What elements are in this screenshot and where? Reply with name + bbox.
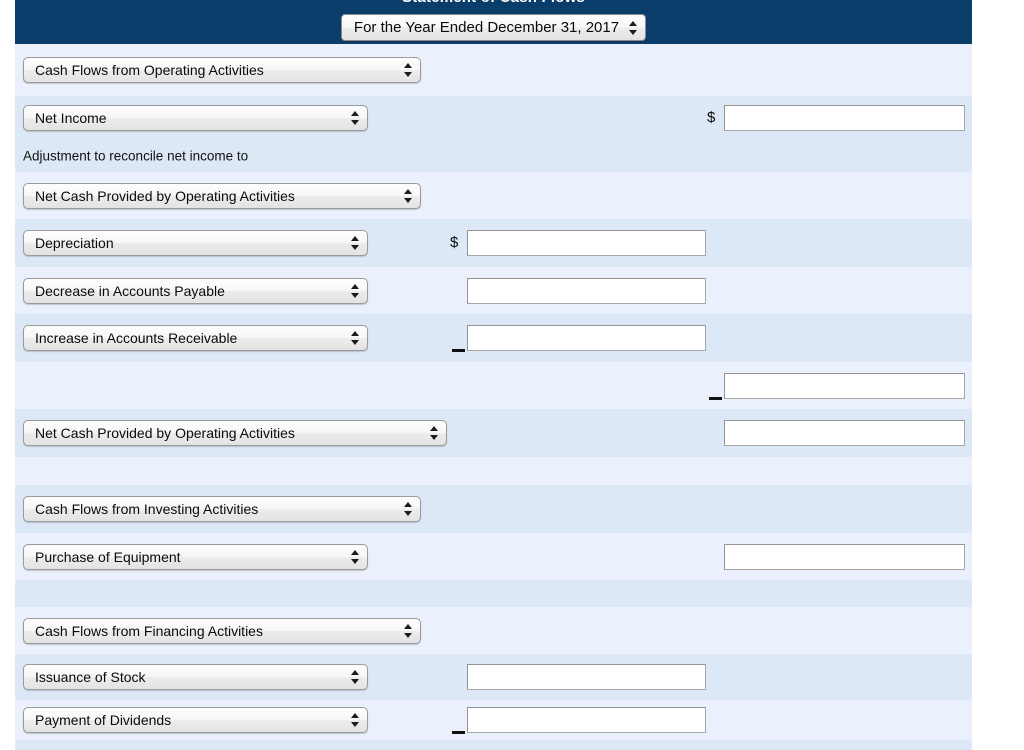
statement-row-increase-accounts-receivable: Increase in Accounts Receivable: [15, 314, 972, 362]
stepper-arrows-icon: [351, 669, 360, 685]
stepper-arrows-icon: [351, 330, 360, 346]
line-item-select-increase-accounts-receivable[interactable]: Increase in Accounts Receivable: [23, 325, 368, 351]
subtotal-rule-icon: [452, 349, 465, 352]
period-select-label: For the Year Ended December 31, 2017: [354, 19, 619, 36]
amount-input-payment-of-dividends[interactable]: [467, 707, 706, 733]
stepper-arrows-icon: [351, 549, 360, 565]
amount-input-depreciation[interactable]: [467, 230, 706, 256]
page-title: Statement of Cash Flows: [15, 0, 972, 6]
stepper-arrows-icon: [404, 62, 413, 78]
stepper-arrows-icon: [430, 425, 439, 441]
line-item-select-label: Increase in Accounts Receivable: [35, 330, 345, 346]
line-item-select-operating-section-header[interactable]: Cash Flows from Operating Activities: [23, 57, 421, 83]
statement-row-investing-section-header: Cash Flows from Investing Activities: [15, 485, 972, 533]
line-item-select-net-cash-operating-total[interactable]: Net Cash Provided by Operating Activitie…: [23, 420, 447, 446]
stepper-arrows-icon: [629, 20, 638, 36]
stepper-arrows-icon: [351, 283, 360, 299]
line-item-select-label: Net Cash Provided by Operating Activitie…: [35, 188, 398, 204]
page-root: Statement of Cash Flows For the Year End…: [0, 0, 1024, 750]
currency-symbol: $: [450, 234, 458, 251]
line-item-select-purchase-of-equipment[interactable]: Purchase of Equipment: [23, 544, 368, 570]
statement-row-financing-section-header: Cash Flows from Financing Activities: [15, 607, 972, 654]
line-item-select-label: Cash Flows from Operating Activities: [35, 62, 398, 78]
statement-row-depreciation: Depreciation $: [15, 219, 972, 267]
line-item-select-label: Purchase of Equipment: [35, 549, 345, 565]
statement-row-net-cash-operating-total: Net Cash Provided by Operating Activitie…: [15, 409, 972, 457]
period-select[interactable]: For the Year Ended December 31, 2017: [341, 14, 646, 41]
amount-input-issuance-of-stock[interactable]: [467, 664, 706, 690]
statement-of-cash-flows-form: Statement of Cash Flows For the Year End…: [15, 0, 972, 750]
statement-row-issuance-of-stock: Issuance of Stock: [15, 654, 972, 700]
static-note-adjustment-note: Adjustment to reconcile net income to: [23, 148, 248, 163]
line-item-select-issuance-of-stock[interactable]: Issuance of Stock: [23, 664, 368, 690]
line-item-select-label: Depreciation: [35, 235, 345, 251]
line-item-select-label: Payment of Dividends: [35, 712, 345, 728]
stepper-arrows-icon: [404, 623, 413, 639]
amount-input-operating-subtotal[interactable]: [724, 373, 965, 399]
subtotal-rule-icon: [452, 731, 465, 734]
line-item-select-financing-section-header[interactable]: Cash Flows from Financing Activities: [23, 618, 421, 644]
amount-input-decrease-accounts-payable[interactable]: [467, 278, 706, 304]
subtotal-rule-icon: [709, 397, 722, 400]
statement-row-spacer-after-operating: [15, 457, 972, 485]
line-item-select-investing-section-header[interactable]: Cash Flows from Investing Activities: [23, 496, 421, 522]
stepper-arrows-icon: [351, 712, 360, 728]
line-item-select-decrease-accounts-payable[interactable]: Decrease in Accounts Payable: [23, 278, 368, 304]
statement-row-operating-section-header: Cash Flows from Operating Activities: [15, 44, 972, 96]
statement-row-operating-subtotal: [15, 362, 972, 409]
line-item-select-label: Net Income: [35, 110, 345, 126]
statement-row-decrease-accounts-payable: Decrease in Accounts Payable: [15, 267, 972, 314]
statement-row-spacer-after-investing: [15, 580, 972, 607]
amount-input-increase-accounts-receivable[interactable]: [467, 325, 706, 351]
line-item-select-reconcile-target[interactable]: Net Cash Provided by Operating Activitie…: [23, 183, 421, 209]
statement-row-net-income: Net Income $: [15, 96, 972, 139]
line-item-select-label: Cash Flows from Financing Activities: [35, 623, 398, 639]
line-item-select-net-income[interactable]: Net Income: [23, 105, 368, 131]
line-item-select-depreciation[interactable]: Depreciation: [23, 230, 368, 256]
stepper-arrows-icon: [351, 235, 360, 251]
amount-input-net-cash-operating-total[interactable]: [724, 420, 965, 446]
statement-row-bottom-partial: [15, 740, 972, 750]
line-item-select-label: Net Cash Provided by Operating Activitie…: [35, 425, 424, 441]
statement-row-adjustment-note: Adjustment to reconcile net income to: [15, 139, 972, 172]
currency-symbol: $: [707, 109, 715, 126]
stepper-arrows-icon: [404, 501, 413, 517]
stepper-arrows-icon: [351, 110, 360, 126]
line-item-select-label: Issuance of Stock: [35, 669, 345, 685]
line-item-select-label: Decrease in Accounts Payable: [35, 283, 345, 299]
period-select-container: For the Year Ended December 31, 2017: [15, 14, 972, 41]
line-item-select-payment-of-dividends[interactable]: Payment of Dividends: [23, 707, 368, 733]
statement-row-purchase-of-equipment: Purchase of Equipment: [15, 533, 972, 580]
statement-row-payment-of-dividends: Payment of Dividends: [15, 700, 972, 740]
statement-header: Statement of Cash Flows For the Year End…: [15, 0, 972, 44]
line-item-select-label: Cash Flows from Investing Activities: [35, 501, 398, 517]
amount-input-net-income[interactable]: [724, 105, 965, 131]
stepper-arrows-icon: [404, 188, 413, 204]
amount-input-purchase-of-equipment[interactable]: [724, 544, 965, 570]
statement-row-reconcile-target: Net Cash Provided by Operating Activitie…: [15, 172, 972, 219]
